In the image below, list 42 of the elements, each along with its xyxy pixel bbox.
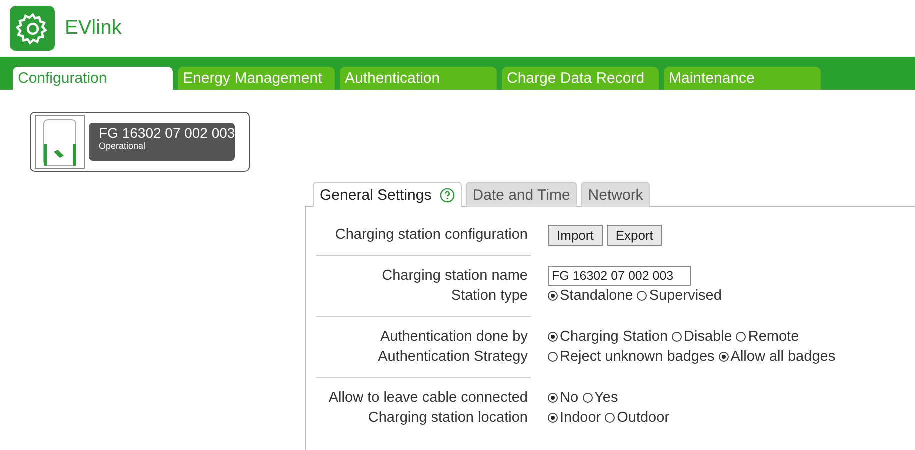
settings-tab[interactable]: Date and Time: [466, 182, 578, 207]
radio-icon[interactable]: [736, 332, 746, 342]
help-icon[interactable]: [440, 188, 455, 203]
radio-icon[interactable]: [605, 413, 616, 423]
action-button[interactable]: Export: [606, 224, 662, 246]
radio-option[interactable]: Disable: [672, 329, 732, 345]
setting-label: Authentication done by: [379, 329, 528, 345]
setting-label: Allow to leave cable connected: [328, 390, 528, 406]
station-card[interactable]: FG 16302 07 002 003 Operational: [30, 112, 250, 172]
station-status: Operational: [99, 141, 147, 151]
radio-option[interactable]: Allow all badges: [718, 349, 836, 365]
radio-option[interactable]: No: [548, 390, 579, 406]
gear-icon: [10, 6, 55, 51]
radio-icon[interactable]: [637, 291, 648, 301]
radio-icon[interactable]: [548, 332, 558, 342]
radio-option[interactable]: Remote: [736, 329, 800, 345]
radio-option[interactable]: Charging Station: [548, 329, 668, 345]
setting-label: Station type: [450, 288, 528, 304]
radio-option[interactable]: Reject unknown badges: [548, 349, 715, 365]
action-button[interactable]: Import: [548, 224, 603, 246]
radio-icon[interactable]: [548, 413, 558, 423]
radio-option[interactable]: Indoor: [548, 410, 602, 426]
radio-icon[interactable]: [548, 393, 558, 403]
radio-icon[interactable]: [548, 352, 558, 362]
setting-label: Charging station configuration: [334, 227, 528, 243]
radio-option[interactable]: Supervised: [637, 288, 722, 304]
app-title: EVlink: [65, 17, 122, 40]
radio-icon[interactable]: [718, 352, 729, 362]
setting-label: Authentication Strategy: [377, 349, 528, 365]
settings-tab[interactable]: Network: [581, 182, 650, 207]
radio-option[interactable]: Standalone: [548, 288, 634, 304]
charging-station-icon: [35, 115, 85, 169]
radio-icon[interactable]: [548, 291, 558, 301]
radio-option[interactable]: Yes: [582, 390, 618, 406]
input-field[interactable]: FG 16302 07 002 003: [548, 266, 691, 286]
radio-option[interactable]: Outdoor: [605, 410, 670, 426]
setting-label: Charging station name: [381, 268, 528, 284]
radio-icon[interactable]: [582, 393, 593, 403]
settings-tab[interactable]: General Settings: [313, 182, 462, 207]
setting-label: Charging station location: [367, 410, 528, 426]
station-name: FG 16302 07 002 003: [99, 125, 235, 141]
radio-icon[interactable]: [672, 332, 682, 342]
